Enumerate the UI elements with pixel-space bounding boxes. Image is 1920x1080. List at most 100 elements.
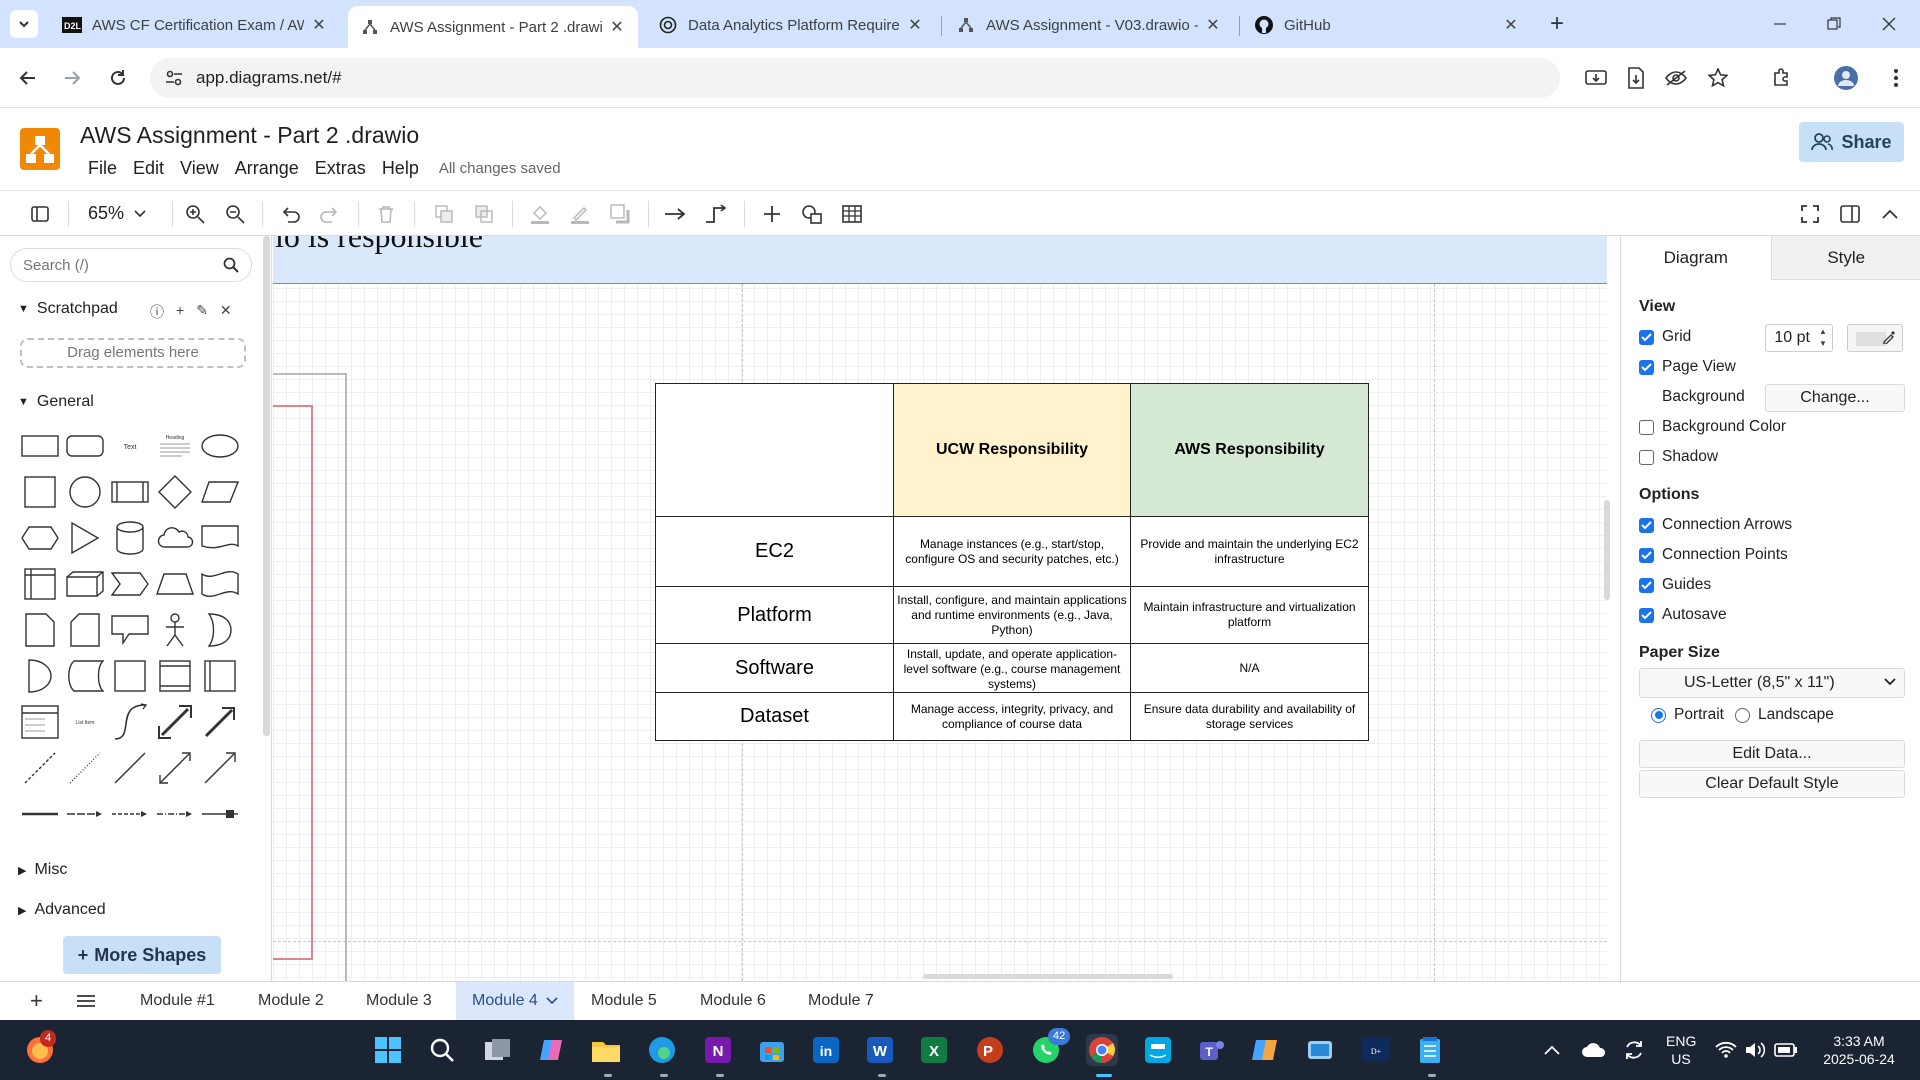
clock[interactable]: 3:33 AM 2025-06-24 — [1814, 1032, 1904, 1068]
profile-avatar[interactable] — [1832, 64, 1860, 92]
or-shape[interactable] — [200, 610, 240, 650]
battery-icon[interactable] — [1770, 1034, 1802, 1066]
page-tab[interactable]: Module #1 — [124, 982, 231, 1020]
grid-checkbox[interactable] — [1639, 329, 1654, 345]
disney-plus-icon[interactable]: D+ — [1360, 1034, 1392, 1066]
close-window-icon[interactable] — [1874, 12, 1904, 36]
page-tab[interactable]: Module 3 — [350, 982, 448, 1020]
callout-shape[interactable] — [110, 610, 150, 650]
row-label-platform[interactable]: Platform — [655, 586, 894, 644]
menu-extras[interactable]: Extras — [307, 158, 374, 180]
diamond-shape[interactable] — [155, 472, 195, 512]
connection-points-checkbox[interactable] — [1639, 547, 1654, 563]
cylinder-shape[interactable] — [110, 518, 150, 558]
aws-cell[interactable]: Ensure data durability and availability … — [1130, 692, 1369, 741]
menu-edit[interactable]: Edit — [125, 158, 172, 180]
row-label-dataset[interactable]: Dataset — [655, 692, 894, 741]
portrait-radio[interactable] — [1651, 707, 1666, 723]
close-tab-icon[interactable]: ✕ — [608, 18, 626, 36]
browser-tab-drawio-v03[interactable]: AWS Assignment - V03.drawio - ✕ — [944, 6, 1234, 44]
close-tab-icon[interactable]: ✕ — [1502, 16, 1520, 34]
m365-copilot-icon[interactable] — [1250, 1034, 1282, 1066]
and-shape[interactable] — [20, 656, 60, 696]
more-shapes-button[interactable]: + More Shapes — [63, 936, 221, 974]
extensions-icon[interactable] — [1768, 64, 1796, 92]
language-indicator[interactable]: ENG US — [1666, 1032, 1696, 1068]
wifi-icon[interactable] — [1710, 1034, 1742, 1066]
bidirectional-arrow-shape[interactable] — [155, 702, 195, 742]
page-tab[interactable]: Module 2 — [242, 982, 340, 1020]
textbox-shape[interactable]: Heading — [155, 426, 195, 466]
shapes-icon[interactable] — [800, 202, 824, 226]
install-app-icon[interactable] — [1582, 64, 1610, 92]
connection-arrows-option[interactable]: Connection Arrows — [1639, 516, 1792, 534]
clear-default-style-button[interactable]: Clear Default Style — [1639, 770, 1905, 798]
fill-color-icon[interactable] — [528, 202, 552, 226]
dotted-line-shape[interactable] — [65, 748, 105, 788]
dash-dot-arrow-shape[interactable] — [155, 794, 195, 834]
copilot-icon[interactable] — [536, 1034, 568, 1066]
save-page-icon[interactable] — [1622, 64, 1650, 92]
delete-icon[interactable] — [374, 202, 398, 226]
circle-shape[interactable] — [65, 472, 105, 512]
shape-search-input[interactable] — [23, 255, 213, 275]
tape-shape[interactable] — [200, 564, 240, 604]
zoom-in-icon[interactable] — [183, 202, 207, 226]
menu-view[interactable]: View — [172, 158, 227, 180]
portrait-option[interactable]: Portrait — [1651, 706, 1724, 724]
cloud-shape[interactable] — [155, 518, 195, 558]
start-icon[interactable] — [372, 1034, 404, 1066]
line-color-icon[interactable] — [568, 202, 592, 226]
guides-checkbox[interactable] — [1639, 577, 1654, 593]
ellipse-shape[interactable] — [200, 426, 240, 466]
onenote-icon[interactable]: N — [702, 1034, 734, 1066]
forward-icon[interactable] — [58, 64, 86, 92]
add-page-icon[interactable]: + — [14, 982, 59, 1020]
row-label-software[interactable]: Software — [655, 643, 894, 693]
hexagon-shape[interactable] — [20, 518, 60, 558]
grid-size-stepper[interactable]: ▲ ▼ — [1819, 326, 1827, 350]
rectangle-shape[interactable] — [20, 426, 60, 466]
directional-connector-shape[interactable] — [200, 748, 240, 788]
actor-shape[interactable] — [155, 610, 195, 650]
onedrive-icon[interactable] — [1578, 1034, 1610, 1066]
pages-menu-icon[interactable] — [60, 982, 112, 1020]
tab-diagram[interactable]: Diagram — [1621, 236, 1771, 280]
curve-shape[interactable] — [110, 702, 150, 742]
autosave-option[interactable]: Autosave — [1639, 606, 1727, 624]
edit-pencil-icon[interactable]: ✎ — [196, 302, 208, 322]
browser-menu-icon[interactable] — [1882, 64, 1910, 92]
prime-video-icon[interactable] — [1142, 1034, 1174, 1066]
aws-cell[interactable]: Maintain infrastructure and virtualizati… — [1130, 586, 1369, 644]
triangle-shape[interactable] — [65, 518, 105, 558]
url-field[interactable]: app.diagrams.net/# — [150, 58, 1560, 98]
notepad-icon[interactable] — [1414, 1034, 1446, 1066]
table-header-aws[interactable]: AWS Responsibility — [1130, 383, 1369, 517]
thick-line-shape[interactable] — [20, 794, 60, 834]
browser-tab-github[interactable]: GitHub ✕ — [1242, 6, 1532, 44]
scratchpad-header[interactable]: ▼ Scratchpad — [18, 300, 118, 318]
shadow-icon[interactable] — [608, 202, 632, 226]
shadow-option[interactable]: Shadow — [1639, 448, 1718, 466]
format-panel-toggle-icon[interactable] — [28, 202, 52, 226]
to-back-icon[interactable] — [472, 202, 496, 226]
volume-icon[interactable] — [1740, 1034, 1772, 1066]
autosave-checkbox[interactable] — [1639, 607, 1654, 623]
save-status[interactable]: All changes saved — [439, 158, 561, 180]
connection-arrows-checkbox[interactable] — [1639, 517, 1654, 533]
powerpoint-icon[interactable]: P — [974, 1034, 1006, 1066]
insert-plus-icon[interactable] — [760, 202, 784, 226]
fullscreen-icon[interactable] — [1798, 202, 1822, 226]
card-shape[interactable] — [65, 610, 105, 650]
general-section-header[interactable]: ▼ General — [18, 393, 94, 411]
chrome-icon[interactable] — [1086, 1034, 1118, 1066]
browser-tab-chatgpt[interactable]: Data Analytics Platform Require ✕ — [646, 6, 936, 44]
parallelogram-shape[interactable] — [200, 472, 240, 512]
sidebar-right-icon[interactable] — [1838, 202, 1862, 226]
word-icon[interactable]: W — [864, 1034, 896, 1066]
landscape-radio[interactable] — [1735, 707, 1750, 723]
background-color-option[interactable]: Background Color — [1639, 418, 1786, 436]
page-tab[interactable]: Module 5 — [575, 982, 673, 1020]
aws-cell[interactable]: Provide and maintain the underlying EC2 … — [1130, 516, 1369, 587]
aws-cell[interactable]: N/A — [1130, 643, 1369, 693]
